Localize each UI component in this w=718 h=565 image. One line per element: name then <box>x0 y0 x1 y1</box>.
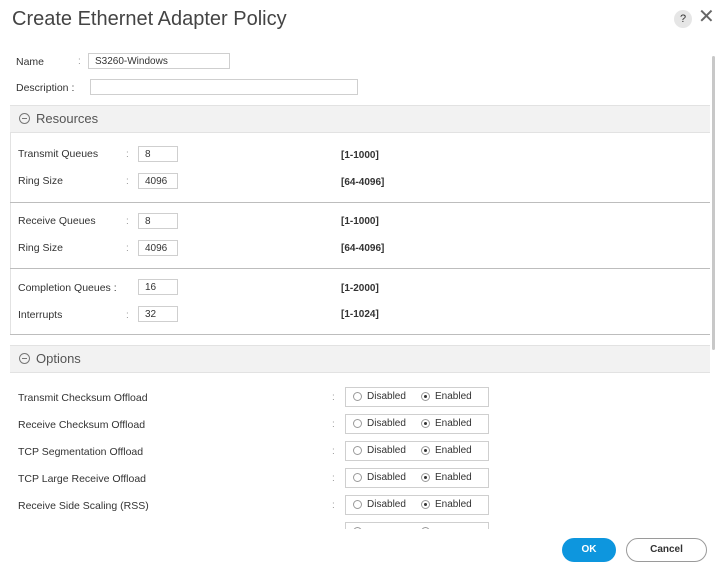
description-field[interactable] <box>90 79 358 95</box>
ok-button[interactable]: OK <box>562 538 616 562</box>
transmit-checksum-radio-group: Disabled Enabled <box>345 387 489 407</box>
receive-ring-size-colon: : <box>126 243 129 254</box>
collapse-icon[interactable] <box>19 353 30 364</box>
receive-ring-size-field[interactable]: 4096 <box>138 240 178 256</box>
disabled-radio[interactable] <box>353 419 362 428</box>
transmit-queues-label: Transmit Queues <box>18 148 99 160</box>
transmit-ring-size-range: [64-4096] <box>341 177 385 188</box>
enabled-radio[interactable] <box>421 419 430 428</box>
receive-ring-size-label: Ring Size <box>18 242 63 254</box>
disabled-radio[interactable] <box>353 500 362 509</box>
interrupts-colon: : <box>126 310 129 321</box>
tcp-large-receive-colon: : <box>332 473 335 484</box>
tcp-segmentation-radio-group: Disabled Enabled <box>345 441 489 461</box>
page-title: Create Ethernet Adapter Policy <box>12 8 287 30</box>
transmit-ring-size-field[interactable]: 4096 <box>138 173 178 189</box>
rss-radio-group: Disabled Enabled <box>345 495 489 515</box>
completion-queues-range: [1-2000] <box>341 283 379 294</box>
enabled-radio[interactable] <box>421 473 430 482</box>
resources-header[interactable]: Resources <box>10 105 710 133</box>
disabled-radio[interactable] <box>353 446 362 455</box>
name-colon: : <box>78 56 81 67</box>
disabled-radio[interactable] <box>353 527 362 529</box>
receive-checksum-radio-group: Disabled Enabled <box>345 414 489 434</box>
transmit-ring-size-label: Ring Size <box>18 175 63 187</box>
enabled-radio[interactable] <box>421 527 430 529</box>
receive-checksum-colon: : <box>332 419 335 430</box>
options-title: Options <box>36 351 81 366</box>
help-icon[interactable]: ? <box>674 10 692 28</box>
enabled-label: Enabled <box>435 391 472 402</box>
disabled-label: Disabled <box>367 472 406 483</box>
resources-title: Resources <box>36 111 99 126</box>
enabled-label: Enabled <box>435 472 472 483</box>
enabled-label: Enabled <box>435 445 472 456</box>
collapse-icon[interactable] <box>19 113 30 124</box>
transmit-checksum-colon: : <box>332 392 335 403</box>
close-icon[interactable]: ✕ <box>698 6 715 28</box>
disabled-label: Disabled <box>367 391 406 402</box>
name-label: Name <box>16 56 45 68</box>
rss-label: Receive Side Scaling (RSS) <box>18 500 149 512</box>
receive-ring-size-range: [64-4096] <box>341 243 385 254</box>
cancel-button[interactable]: Cancel <box>626 538 707 562</box>
disabled-label: Disabled <box>367 418 406 429</box>
completion-queues-label: Completion Queues : <box>18 282 117 294</box>
enabled-radio[interactable] <box>421 446 430 455</box>
transmit-ring-size-colon: : <box>126 176 129 187</box>
transmit-queues-range: [1-1000] <box>341 150 379 161</box>
transmit-queues-field[interactable]: 8 <box>138 146 178 162</box>
rss-colon: : <box>332 500 335 511</box>
tcp-large-receive-label: TCP Large Receive Offload <box>18 473 147 485</box>
transmit-checksum-label: Transmit Checksum Offload <box>18 392 148 404</box>
next-option-radio-group <box>345 522 489 529</box>
enabled-label: Enabled <box>435 499 472 510</box>
scrollbar[interactable] <box>712 56 715 350</box>
interrupts-range: [1-1024] <box>341 309 379 320</box>
transmit-queues-colon: : <box>126 149 129 160</box>
description-label: Description : <box>16 82 75 94</box>
enabled-radio[interactable] <box>421 500 430 509</box>
disabled-radio[interactable] <box>353 473 362 482</box>
disabled-radio[interactable] <box>353 392 362 401</box>
interrupts-field[interactable]: 32 <box>138 306 178 322</box>
disabled-label: Disabled <box>367 445 406 456</box>
receive-queues-colon: : <box>126 216 129 227</box>
receive-queues-label: Receive Queues <box>18 215 96 227</box>
tcp-segmentation-label: TCP Segmentation Offload <box>18 446 144 458</box>
receive-checksum-label: Receive Checksum Offload <box>18 419 146 431</box>
options-header[interactable]: Options <box>10 345 710 373</box>
interrupts-label: Interrupts <box>18 309 63 321</box>
completion-queues-field[interactable]: 16 <box>138 279 178 295</box>
enabled-label: Enabled <box>435 418 472 429</box>
disabled-label: Disabled <box>367 499 406 510</box>
tcp-large-receive-radio-group: Disabled Enabled <box>345 468 489 488</box>
receive-queues-field[interactable]: 8 <box>138 213 178 229</box>
receive-queues-range: [1-1000] <box>341 216 379 227</box>
dialog-body[interactable]: Name : S3260-Windows Description : Resou… <box>0 44 718 529</box>
enabled-radio[interactable] <box>421 392 430 401</box>
tcp-segmentation-colon: : <box>332 446 335 457</box>
name-field[interactable]: S3260-Windows <box>88 53 230 69</box>
